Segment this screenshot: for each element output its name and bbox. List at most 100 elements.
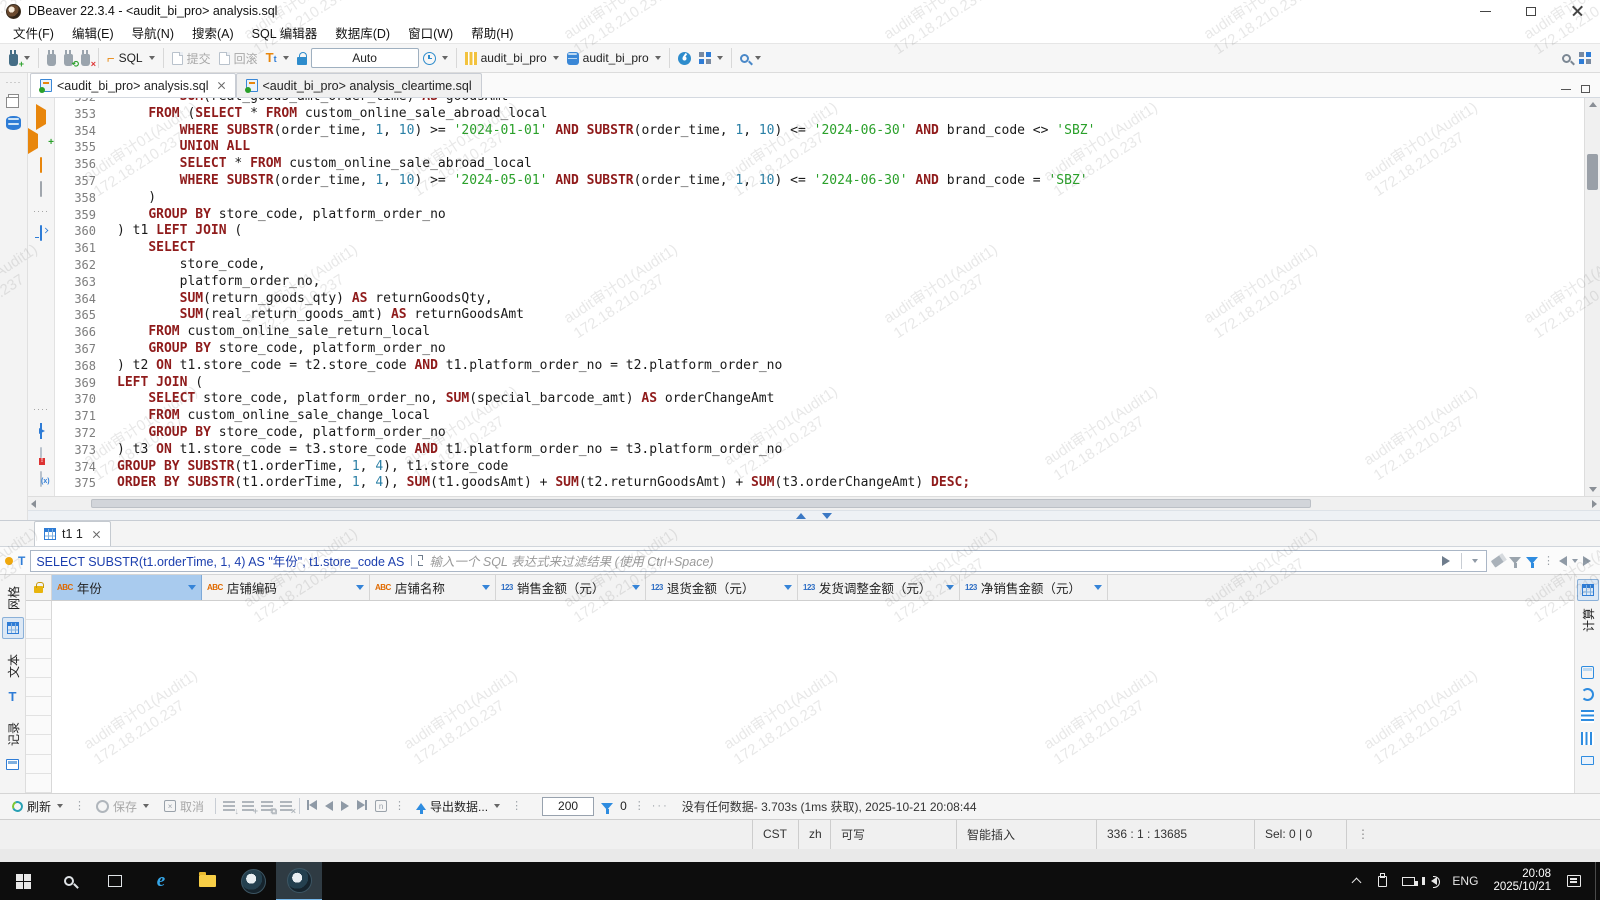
last-page-button[interactable] (357, 799, 368, 813)
save-button[interactable]: 保存 (92, 796, 153, 817)
panel-value-viewer-button[interactable] (1577, 661, 1599, 683)
maximize-editor-icon[interactable] (1581, 85, 1590, 93)
editor-results-sash[interactable] (28, 510, 1600, 520)
taskbar-clock[interactable]: 20:08 2025/10/21 (1483, 868, 1561, 894)
execute-statement-button[interactable] (36, 104, 46, 130)
reconnect-button[interactable]: ⟲ (60, 49, 79, 68)
close-button[interactable] (1554, 0, 1600, 22)
view-tab-record[interactable]: 记录 (2, 715, 24, 775)
autocommit-lock-button[interactable] (293, 50, 311, 67)
copy-row-icon[interactable]: ⧉ (261, 801, 277, 816)
clear-filter-icon[interactable] (1490, 553, 1506, 568)
panel-layout-button[interactable] (1577, 749, 1599, 771)
quick-search-button[interactable] (1558, 52, 1575, 65)
export-data-button[interactable]: 导出数据... (412, 796, 504, 817)
column-header-2[interactable]: ABC 店铺名称 (370, 575, 496, 600)
tray-expand-button[interactable] (1343, 862, 1369, 900)
database-navigator-icon[interactable] (6, 116, 21, 130)
column-filter-chevron-icon[interactable] (784, 585, 792, 590)
connection-selector[interactable]: audit_bi_pro (461, 49, 563, 67)
scroll-down-icon[interactable] (1589, 487, 1597, 492)
network-profile-button[interactable] (695, 50, 727, 66)
export-from-query-button[interactable] (40, 423, 42, 439)
editor-vertical-scrollbar[interactable] (1584, 98, 1600, 496)
show-desktop-button[interactable] (1595, 861, 1600, 900)
tray-volume-button[interactable] (1421, 862, 1447, 900)
maximize-button[interactable] (1508, 0, 1554, 22)
column-header-1[interactable]: ABC 店铺编码 (202, 575, 370, 600)
minimize-editor-icon[interactable] (1561, 88, 1571, 90)
collapse-up-icon[interactable] (796, 512, 806, 519)
delete-row-icon[interactable]: × (280, 801, 296, 816)
scroll-up-icon[interactable] (1589, 102, 1597, 107)
close-tab-icon[interactable] (217, 81, 226, 90)
panel-refresh-button[interactable] (1577, 683, 1599, 705)
menu-item-5[interactable]: 数据库(D) (326, 21, 399, 44)
column-header-0[interactable]: ABC 年份 (52, 575, 202, 600)
connect-button[interactable]: + (5, 49, 34, 68)
disconnect-all-button[interactable]: × (77, 49, 96, 68)
scroll-left-icon[interactable] (31, 499, 36, 508)
menu-item-7[interactable]: 帮助(H) (462, 21, 522, 44)
row-header-cell[interactable] (26, 696, 52, 717)
validate-button[interactable]: ! (39, 447, 45, 465)
sql-editor[interactable]: 3523533543553563573583593603613623633643… (55, 98, 1584, 496)
refresh-button[interactable]: 刷新 (8, 796, 67, 817)
restore-view-icon[interactable] (6, 94, 19, 108)
fetch-all-icon[interactable]: n (375, 800, 388, 813)
menu-item-3[interactable]: 搜索(A) (183, 21, 243, 44)
editor-tab-analysis-cleartime[interactable]: <audit_bi_pro> analysis_cleartime.sql (235, 73, 482, 97)
filter-input-box[interactable]: SELECT SUBSTR(t1.orderTime, 1, 4) AS "年份… (30, 549, 1487, 572)
commit-button[interactable]: 提交 (168, 48, 215, 69)
action-center-icon[interactable] (1567, 875, 1581, 888)
editor-horizontal-scrollbar[interactable] (28, 496, 1600, 510)
close-results-tab-icon[interactable] (92, 530, 101, 539)
cancel-button[interactable]: × 取消 (160, 796, 208, 817)
column-filter-chevron-icon[interactable] (356, 585, 364, 590)
column-filter-chevron-icon[interactable] (188, 585, 196, 590)
transaction-history-button[interactable] (419, 50, 452, 67)
row-header-cell[interactable] (26, 620, 52, 640)
code-area[interactable]: SUM(real_goods_amt_order_time) AS goodsA… (105, 98, 1095, 492)
menu-item-4[interactable]: SQL 编辑器 (243, 21, 327, 44)
column-filter-chevron-icon[interactable] (632, 585, 640, 590)
filters-menu-icon[interactable] (1526, 557, 1538, 568)
column-header-5[interactable]: 123 发货调整金额（元） (798, 575, 960, 600)
row-header-cell[interactable] (26, 639, 52, 659)
panel-rows-button[interactable] (1577, 705, 1599, 727)
scrollbar-thumb[interactable] (1587, 154, 1598, 190)
back-icon[interactable] (1559, 555, 1567, 566)
commit-mode-combo[interactable]: Auto (310, 48, 419, 68)
row-header-cell[interactable] (26, 735, 52, 755)
menu-item-2[interactable]: 导航(N) (123, 21, 183, 44)
column-filter-chevron-icon[interactable] (1094, 585, 1102, 590)
minimize-button[interactable] (1462, 0, 1508, 22)
edit-row-icon[interactable]: ↓ (223, 801, 239, 816)
row-header-cell[interactable] (26, 601, 52, 621)
row-header-cell[interactable] (26, 754, 52, 774)
column-filter-chevron-icon[interactable] (482, 585, 490, 590)
taskbar-dbeaver-button[interactable] (276, 861, 322, 900)
results-tab-t1[interactable]: t1 1 (34, 521, 111, 546)
taskbar-app1-button[interactable] (230, 862, 276, 900)
prev-page-icon[interactable] (325, 801, 334, 812)
grid-corner-cell[interactable] (26, 575, 52, 600)
editor-tab-analysis[interactable]: <audit_bi_pro> analysis.sql (30, 73, 236, 97)
view-tab-grid[interactable]: 网格 (1, 579, 24, 639)
next-page-icon[interactable] (341, 801, 350, 812)
statusbar-more-icon[interactable]: ⋮ (1346, 819, 1379, 849)
row-header-cell[interactable] (26, 677, 52, 697)
panel-columns-button[interactable] (1577, 727, 1599, 749)
column-header-4[interactable]: 123 退货金额（元） (646, 575, 798, 600)
apply-filter-icon[interactable] (1442, 555, 1450, 566)
task-view-button[interactable] (92, 862, 138, 900)
history-chevron-icon[interactable] (1572, 558, 1578, 563)
menu-item-6[interactable]: 窗口(W) (399, 21, 462, 44)
tray-network-button[interactable] (1395, 862, 1421, 900)
taskbar-search-button[interactable] (46, 862, 92, 900)
scroll-right-icon[interactable] (1592, 499, 1597, 508)
view-tab-text[interactable]: 文本 T (2, 647, 24, 707)
save-filter-icon[interactable] (1509, 557, 1521, 568)
grid-empty-area[interactable] (52, 601, 1574, 793)
language-indicator[interactable]: ENG (1447, 862, 1483, 900)
